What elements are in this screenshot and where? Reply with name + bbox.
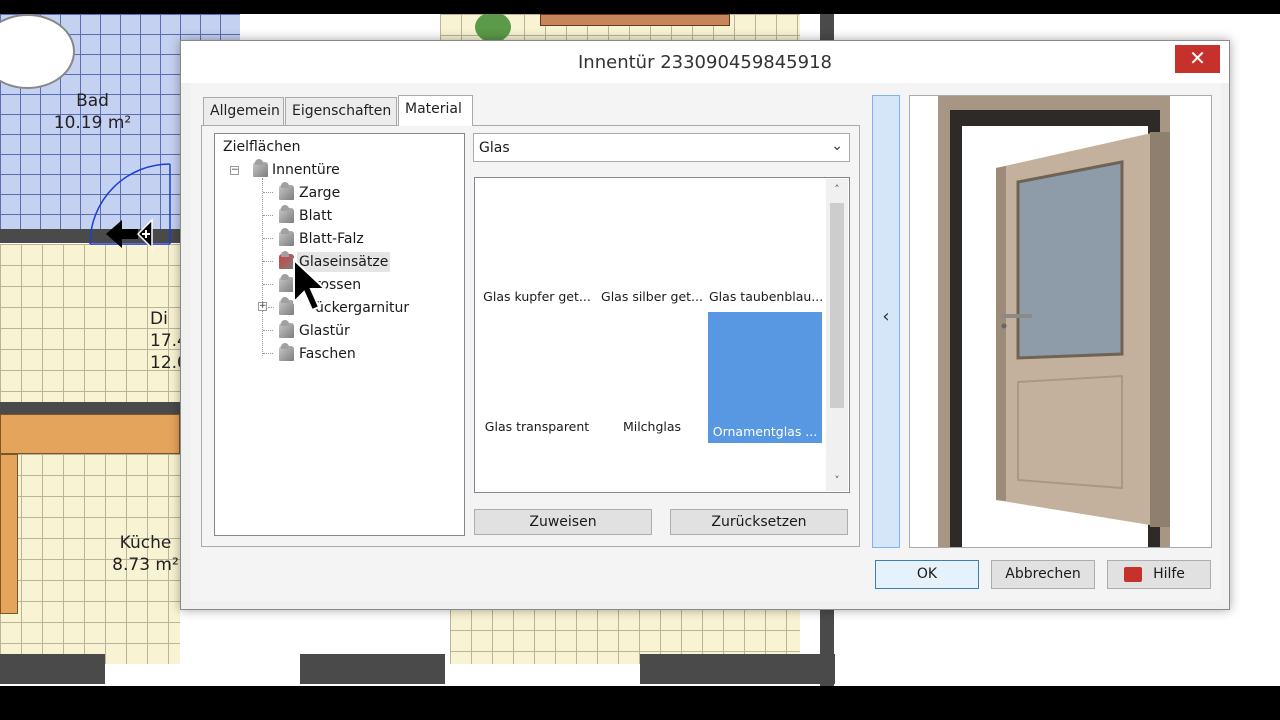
wall xyxy=(0,654,105,684)
help-button-label: Hilfe xyxy=(1153,566,1185,582)
material-label: Glas transparent xyxy=(484,419,590,434)
tree-item-blatt[interactable]: Blatt xyxy=(299,206,332,226)
component-icon xyxy=(279,205,294,223)
wall xyxy=(640,654,835,684)
room-label: Di 17.4 12.0 xyxy=(150,308,180,374)
tree-item-glastuer[interactable]: Glastür xyxy=(299,321,350,341)
room-name: Di xyxy=(150,309,168,329)
title-bar[interactable]: Innentür 233090459845918 ✕ xyxy=(181,41,1229,83)
material-category-dropdown[interactable]: Glas ⌄ xyxy=(473,133,850,162)
tree-item-innentuere[interactable]: Innentüre xyxy=(272,160,340,180)
kitchen-counter xyxy=(0,454,18,614)
collapse-expander-icon[interactable]: − xyxy=(230,166,239,175)
dropdown-selected-value: Glas xyxy=(479,140,510,156)
kitchen-counter xyxy=(0,414,180,454)
expand-expander-icon[interactable]: + xyxy=(258,302,267,311)
cancel-button[interactable]: Abbrechen xyxy=(991,560,1095,589)
ok-button[interactable]: OK xyxy=(875,560,979,589)
component-icon xyxy=(279,228,294,246)
scroll-down-icon[interactable]: ˅ xyxy=(826,474,848,487)
material-list[interactable]: Glas kupfer get... Glas silber get... Gl… xyxy=(474,177,850,493)
tree-root-label: Zielflächen xyxy=(223,139,301,155)
move-cursor-icon xyxy=(106,218,153,250)
scroll-thumb[interactable] xyxy=(830,203,844,408)
room-area: 12.0 xyxy=(150,353,180,373)
material-item[interactable]: Glas transparent xyxy=(480,418,594,436)
material-item[interactable]: Milchglas xyxy=(595,418,709,436)
tab-allgemein[interactable]: Allgemein xyxy=(203,97,284,125)
tab-eigenschaften[interactable]: Eigenschaften xyxy=(285,97,397,125)
door-preview xyxy=(909,95,1212,548)
collapse-preview-button[interactable]: ‹ xyxy=(872,95,900,548)
door-properties-dialog: Innentür 233090459845918 ✕ Allgemein Eig… xyxy=(180,40,1230,610)
material-label: Glas silber get... xyxy=(601,289,703,304)
tree-line xyxy=(263,215,273,216)
dialog-title: Innentür 233090459845918 xyxy=(578,52,832,73)
tree-line xyxy=(263,261,273,262)
tree-item-zarge[interactable]: Zarge xyxy=(299,183,340,203)
material-item[interactable]: Glas kupfer get... xyxy=(480,288,594,306)
material-item[interactable]: Glas silber get... xyxy=(595,288,709,306)
tree-item-blatt-falz[interactable]: Blatt-Falz xyxy=(299,229,364,249)
room-area: 10.19 m² xyxy=(53,113,132,133)
wall xyxy=(300,654,445,684)
tree-line xyxy=(263,192,273,193)
component-icon xyxy=(279,182,294,200)
help-button[interactable]: Hilfe xyxy=(1107,560,1211,589)
component-icon xyxy=(253,159,268,177)
component-icon xyxy=(279,343,294,361)
room-area: 8.73 m² xyxy=(112,555,179,575)
mouse-pointer-icon xyxy=(293,258,328,312)
chevron-down-icon: ⌄ xyxy=(831,138,843,154)
target-surfaces-tree[interactable]: Zielflächen − Innentüre Zarge Blatt Blat… xyxy=(214,133,465,536)
material-label: Ornamentglas ... xyxy=(712,424,818,439)
material-list-scrollbar[interactable]: ˄ ˅ xyxy=(826,179,848,491)
tree-item-faschen[interactable]: Faschen xyxy=(299,344,356,364)
tab-material[interactable]: Material xyxy=(398,95,473,126)
tree-line xyxy=(263,284,273,285)
furniture xyxy=(540,14,730,26)
component-icon xyxy=(279,320,294,338)
material-label: Glas kupfer get... xyxy=(483,289,591,304)
close-button[interactable]: ✕ xyxy=(1175,45,1220,73)
room-area: 17.4 xyxy=(150,331,180,351)
tree-line xyxy=(263,353,273,354)
room-name: Bad xyxy=(76,91,109,111)
material-label: Glas taubenblau... xyxy=(709,289,823,304)
room-label: Bad 10.19 m² xyxy=(50,90,135,134)
bottom-bar xyxy=(0,686,1280,706)
tree-line xyxy=(263,330,273,331)
room-label: Küche 8.73 m² xyxy=(98,532,193,576)
reset-button[interactable]: Zurücksetzen xyxy=(670,509,848,535)
scroll-up-icon[interactable]: ˄ xyxy=(826,183,848,196)
assign-button[interactable]: Zuweisen xyxy=(474,509,652,535)
chevron-left-icon: ‹ xyxy=(882,306,890,327)
help-icon xyxy=(1124,567,1142,582)
material-label: Milchglas xyxy=(622,419,682,434)
room-name: Küche xyxy=(119,533,172,553)
tree-line xyxy=(263,238,273,239)
material-item-selected[interactable]: Ornamentglas ... xyxy=(708,312,822,443)
tree-line xyxy=(268,307,274,308)
material-item[interactable]: Glas taubenblau... xyxy=(709,288,823,306)
door-3d-preview-icon xyxy=(938,96,1170,547)
